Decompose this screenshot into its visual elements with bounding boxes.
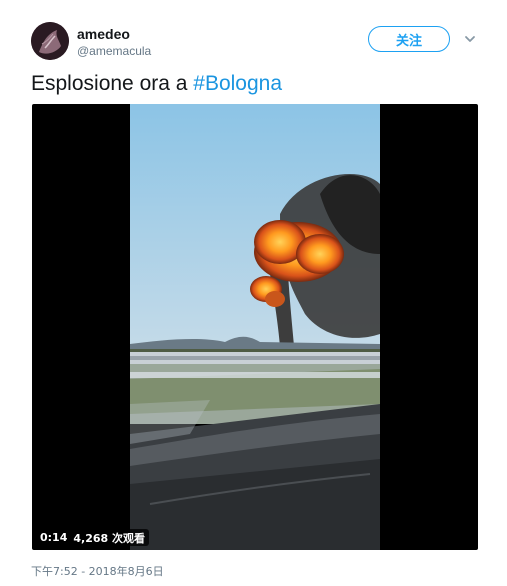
avatar[interactable]: [31, 22, 69, 60]
tweet-text: Esplosione ora a #Bologna: [31, 72, 282, 96]
video-views: 4,268 次观看: [73, 531, 145, 545]
tweet-text-body: Esplosione ora a: [31, 72, 194, 95]
user-name[interactable]: amedeo: [77, 26, 130, 42]
chevron-down-icon[interactable]: [463, 32, 477, 46]
follow-button[interactable]: 关注: [368, 26, 450, 52]
video-frame: [130, 104, 380, 550]
tweet-header: amedeo @amemacula 关注: [31, 22, 481, 62]
tweet-timestamp[interactable]: 下午7:52 - 2018年8月6日: [31, 563, 164, 579]
avatar-icon: [31, 22, 69, 60]
hashtag-link[interactable]: #Bologna: [193, 72, 282, 95]
video-player[interactable]: [32, 104, 478, 550]
video-duration: 0:14: [40, 531, 68, 544]
user-handle[interactable]: @amemacula: [77, 44, 151, 58]
video-badge: 0:14 4,268 次观看: [36, 529, 149, 546]
